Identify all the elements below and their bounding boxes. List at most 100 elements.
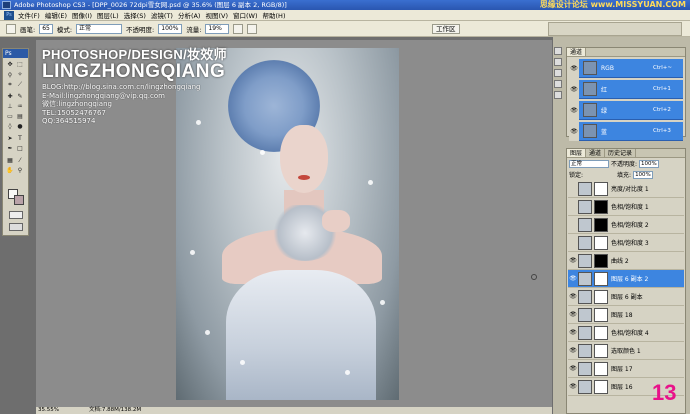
flow-field[interactable]: 19% — [205, 23, 230, 34]
opacity-field[interactable]: 100% — [158, 23, 183, 34]
histogram-icon[interactable] — [554, 58, 562, 66]
menu-select[interactable]: 选择(S) — [124, 10, 146, 20]
menu-layer[interactable]: 图层(L) — [97, 10, 119, 20]
fill-field[interactable]: 100% — [633, 170, 654, 179]
airbrush-icon[interactable] — [233, 23, 244, 34]
layer-row[interactable]: 亮度/对比度 1 — [568, 180, 684, 198]
brush-tool-icon[interactable]: ✎ — [16, 93, 24, 100]
eye-icon[interactable]: 👁 — [569, 100, 579, 120]
path-select-icon[interactable]: ➤ — [6, 135, 14, 142]
channel-row[interactable]: 👁 绿 Ctrl+2 — [569, 100, 683, 120]
eye-icon[interactable]: 👁 — [569, 121, 579, 141]
dodge-tool-icon[interactable]: ● — [16, 123, 24, 130]
pen-tool-icon[interactable]: ✒ — [6, 145, 14, 152]
eye-icon[interactable]: 👁 — [568, 311, 578, 318]
workspace-button[interactable]: 工作区 — [432, 24, 460, 34]
layer-row[interactable]: 👁 图层 17 — [568, 360, 684, 378]
background-color-swatch[interactable] — [14, 195, 24, 205]
layer-mask-thumbnail[interactable] — [594, 307, 608, 322]
tablet-pressure-icon[interactable] — [247, 23, 258, 34]
layer-mask-thumbnail[interactable] — [594, 289, 608, 304]
menu-help[interactable]: 帮助(H) — [263, 10, 286, 20]
blend-mode-select[interactable]: 正常 — [569, 159, 609, 168]
layer-mask-thumbnail[interactable] — [594, 343, 608, 358]
healing-brush-icon[interactable]: ✚ — [6, 93, 14, 100]
layer-opacity-field[interactable]: 100% — [639, 159, 660, 168]
menu-image[interactable]: 图像(I) — [72, 10, 92, 20]
gradient-tool-icon[interactable]: ▤ — [16, 113, 24, 120]
menu-bar: Ps 文件(F) 编辑(E) 图像(I) 图层(L) 选择(S) 滤镜(T) 分… — [0, 10, 690, 21]
layer-mask-thumbnail[interactable] — [594, 325, 608, 340]
layer-mask-thumbnail[interactable] — [594, 253, 608, 268]
tab-channels[interactable]: 通道 — [567, 48, 587, 56]
layer-row[interactable]: 👁 图层 6 副本 — [568, 288, 684, 306]
lasso-tool-icon[interactable]: ϙ — [6, 71, 14, 78]
zoom-readout[interactable]: 35.55% — [38, 407, 59, 414]
layer-mask-thumbnail[interactable] — [594, 199, 608, 214]
eye-icon[interactable]: 👁 — [569, 79, 579, 99]
layer-row[interactable]: 👁 色相/饱和度 4 — [568, 324, 684, 342]
brush-tool-icon[interactable] — [6, 23, 16, 34]
layer-row[interactable]: 色相/饱和度 3 — [568, 234, 684, 252]
layer-row[interactable]: 👁 图层 6 副本 2 — [568, 270, 684, 288]
clone-stamp-icon[interactable]: ⊥ — [6, 103, 14, 110]
tab-channels-2[interactable]: 通道 — [586, 149, 606, 157]
screen-mode-button[interactable] — [9, 223, 23, 231]
layer-name: 色相/饱和度 1 — [611, 204, 649, 211]
menu-analysis[interactable]: 分析(A) — [178, 10, 201, 20]
eye-icon[interactable]: 👁 — [568, 257, 578, 264]
channel-row[interactable]: 👁 蓝 Ctrl+3 — [569, 121, 683, 141]
notes-tool-icon[interactable]: ▦ — [6, 157, 14, 164]
eye-icon[interactable]: 👁 — [568, 275, 578, 282]
history-brush-icon[interactable]: ♒ — [16, 103, 24, 110]
marquee-tool-icon[interactable]: ⬚ — [16, 61, 24, 68]
menu-view[interactable]: 视图(V) — [205, 10, 228, 20]
layer-thumbnail — [578, 289, 592, 304]
layer-row[interactable]: 👁 图层 18 — [568, 306, 684, 324]
hand-tool-icon[interactable]: ✋ — [6, 167, 14, 174]
brush-size-picker[interactable]: 65 — [39, 23, 53, 34]
layer-mask-thumbnail[interactable] — [594, 271, 608, 286]
layer-mask-thumbnail[interactable] — [594, 235, 608, 250]
layer-row[interactable]: 👁 曲线 2 — [568, 252, 684, 270]
info-icon[interactable] — [554, 69, 562, 77]
layer-row[interactable]: 色相/饱和度 2 — [568, 216, 684, 234]
tab-history[interactable]: 历史记录 — [605, 149, 637, 157]
layer-mask-thumbnail[interactable] — [594, 181, 608, 196]
quick-mask-button[interactable] — [9, 211, 23, 219]
layer-mask-thumbnail[interactable] — [594, 379, 608, 394]
eye-icon[interactable]: 👁 — [568, 347, 578, 354]
slice-tool-icon[interactable]: ⟋ — [16, 81, 24, 88]
menu-file[interactable]: 文件(F) — [18, 10, 40, 20]
eraser-tool-icon[interactable]: ▭ — [6, 113, 14, 120]
palette-well[interactable] — [548, 22, 682, 36]
mode-select[interactable]: 正常 — [76, 23, 123, 34]
layer-mask-thumbnail[interactable] — [594, 361, 608, 376]
eye-icon[interactable]: 👁 — [568, 383, 578, 390]
type-tool-icon[interactable]: T — [16, 135, 24, 142]
navigator-icon[interactable] — [554, 47, 562, 55]
layer-row[interactable]: 色相/饱和度 1 — [568, 198, 684, 216]
shape-tool-icon[interactable]: □ — [16, 145, 24, 152]
eye-icon[interactable]: 👁 — [568, 293, 578, 300]
magic-wand-icon[interactable]: ✧ — [16, 71, 24, 78]
layer-mask-thumbnail[interactable] — [594, 217, 608, 232]
channel-row[interactable]: 👁 RGB Ctrl+~ — [569, 58, 683, 78]
crop-tool-icon[interactable]: ⌗ — [6, 81, 14, 88]
menu-window[interactable]: 窗口(W) — [233, 10, 258, 20]
blur-tool-icon[interactable]: ◊ — [6, 123, 14, 130]
layer-row[interactable]: 👁 选取颜色 1 — [568, 342, 684, 360]
eye-icon[interactable]: 👁 — [568, 329, 578, 336]
menu-filter[interactable]: 滤镜(T) — [151, 10, 173, 20]
tab-layers[interactable]: 图层 — [567, 149, 587, 157]
zoom-tool-icon[interactable]: ⚲ — [16, 167, 24, 174]
eye-icon[interactable]: 👁 — [569, 58, 579, 78]
eyedropper-tool-icon[interactable]: ⁄ — [16, 157, 24, 164]
layer-thumbnail — [578, 271, 592, 286]
channel-row[interactable]: 👁 红 Ctrl+1 — [569, 79, 683, 99]
menu-edit[interactable]: 编辑(E) — [45, 10, 67, 20]
eye-icon[interactable]: 👁 — [568, 365, 578, 372]
styles-icon[interactable] — [554, 91, 562, 99]
swatches-icon[interactable] — [554, 80, 562, 88]
move-tool-icon[interactable]: ✥ — [6, 61, 14, 68]
